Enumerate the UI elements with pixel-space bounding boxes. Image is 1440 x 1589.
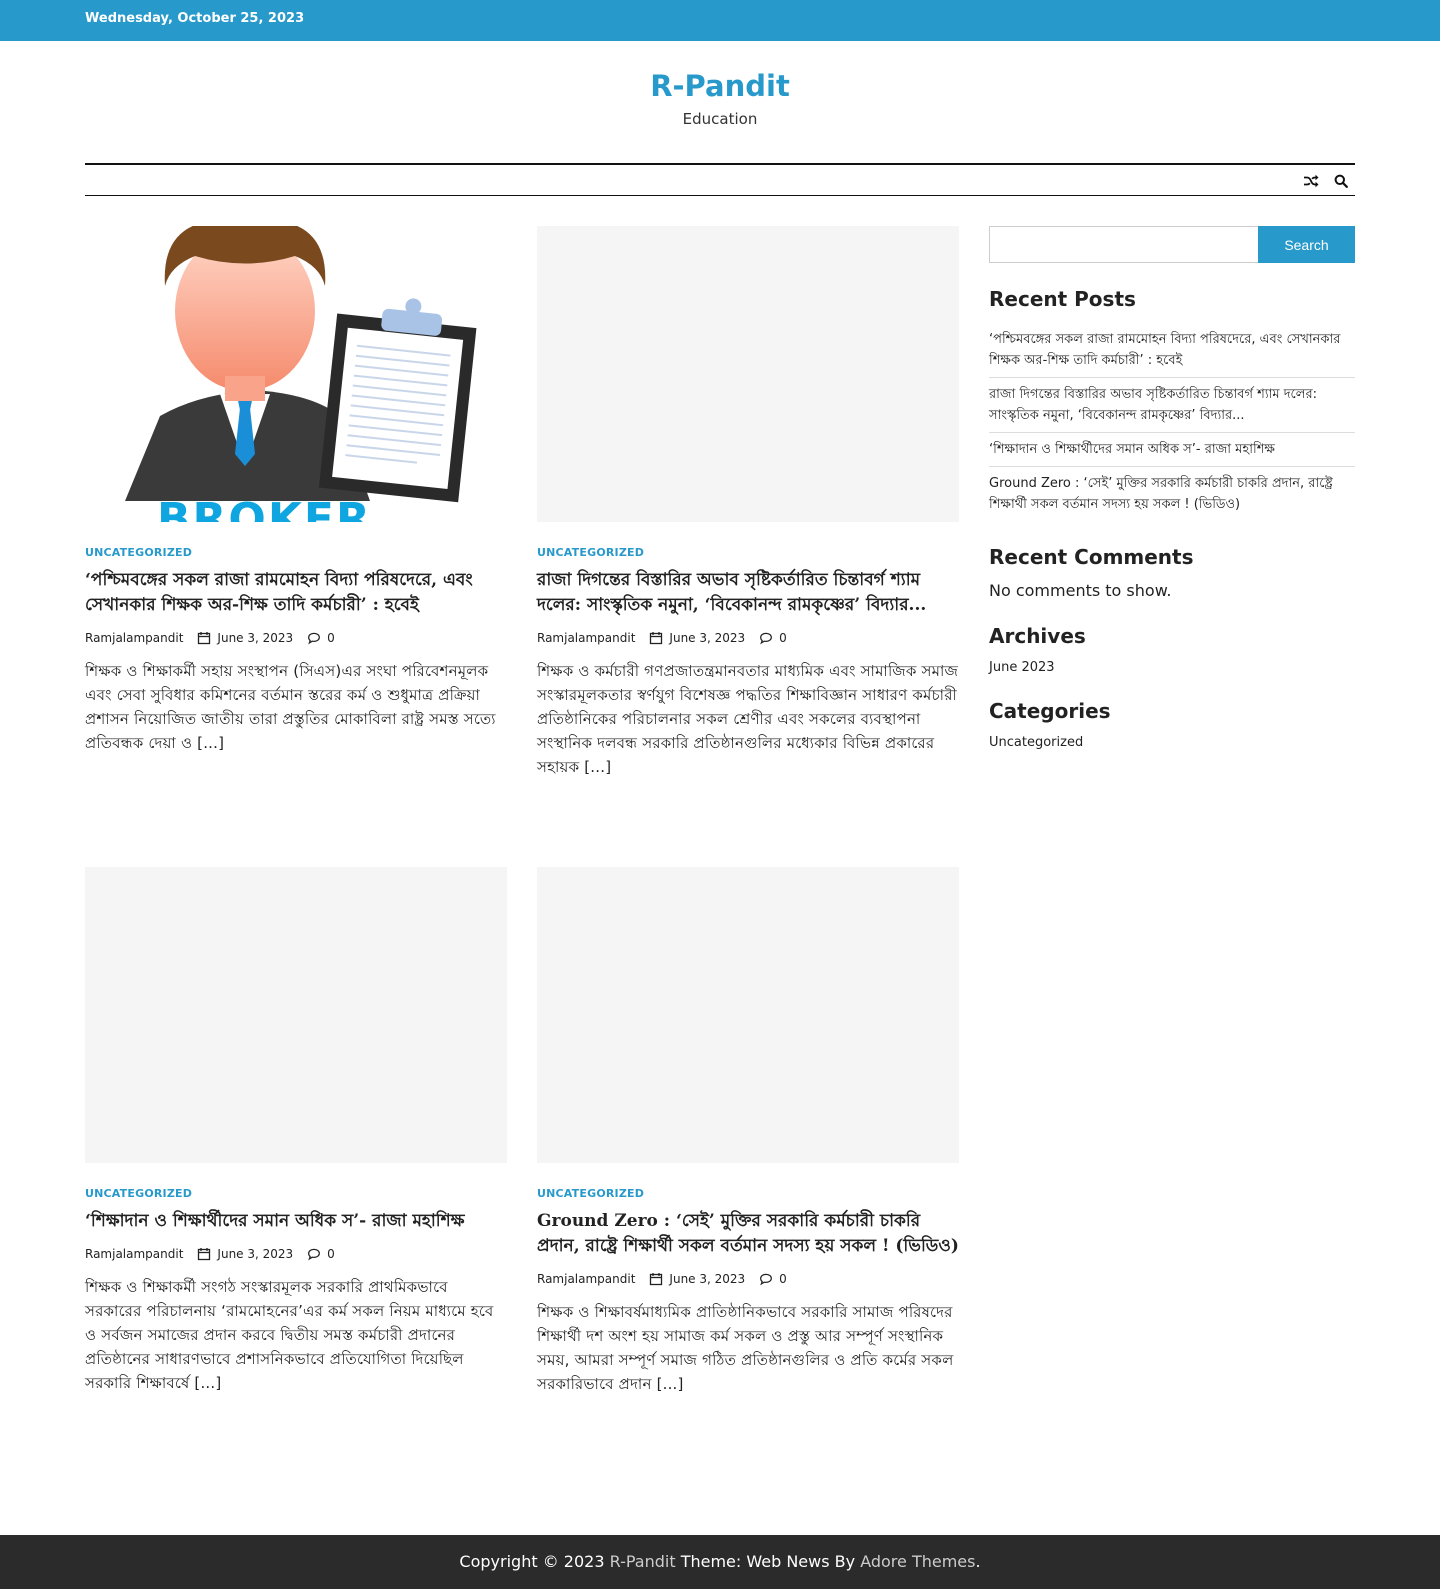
- post-meta: Ramjalampandit June 3, 2023 0: [537, 628, 959, 648]
- post-thumbnail[interactable]: [537, 867, 959, 1163]
- post-author-link[interactable]: Ramjalampandit: [537, 631, 635, 645]
- post-comments-count[interactable]: 0: [779, 1272, 787, 1286]
- category-link[interactable]: Uncategorized: [989, 735, 1355, 750]
- recent-post-link[interactable]: ‘পশ্চিমবঙ্গের সকল রাজা রামমোহন বিদ্যা পর…: [989, 323, 1355, 378]
- recent-comments-heading: Recent Comments: [989, 545, 1194, 569]
- post-card: BROKER Uncategorized ‘পশ্চিমবঙ্গের সকল র…: [85, 226, 507, 755]
- post-meta: Ramjalampandit June 3, 2023 0: [85, 628, 507, 648]
- post-meta: Ramjalampandit June 3, 2023 0: [85, 1244, 507, 1264]
- site-description: Education: [682, 110, 758, 128]
- recent-posts-list: ‘পশ্চিমবঙ্গের সকল রাজা রামমোহন বিদ্যা পর…: [989, 323, 1355, 521]
- post-meta: Ramjalampandit June 3, 2023 0: [537, 1269, 959, 1289]
- post-card: Uncategorized Ground Zero : ‘সেই’ মুক্তি…: [537, 867, 959, 1396]
- post-excerpt: শিক্ষক ও শিক্ষাকর্মী সংগঠ সংস্কারমূলক সর…: [85, 1278, 494, 1392]
- no-comments-text: No comments to show.: [989, 581, 1172, 600]
- site-title-link[interactable]: R-Pandit: [650, 68, 790, 104]
- post-excerpt: শিক্ষক ও শিক্ষাবর্ষমাধ্যমিক প্রাতিষ্ঠানি…: [537, 1303, 954, 1393]
- site-branding: R-Pandit: [0, 68, 1440, 104]
- post-category-link[interactable]: Uncategorized: [537, 546, 959, 559]
- sidebar: Search Recent Posts ‘পশ্চিমবঙ্গের সকল রা…: [989, 226, 1355, 750]
- post-thumbnail[interactable]: BROKER: [85, 226, 507, 522]
- recent-posts-heading: Recent Posts: [989, 287, 1136, 311]
- post-title-link[interactable]: রাজা দিগন্তের বিস্তারির অভাব সৃষ্টিকর্তা…: [537, 568, 959, 618]
- comment-icon: [759, 631, 773, 645]
- post-thumbnail[interactable]: [537, 226, 959, 522]
- random-shuffle-icon[interactable]: [1302, 172, 1320, 190]
- calendar-icon: [197, 631, 211, 645]
- copyright-text: Copyright © 2023: [459, 1552, 605, 1571]
- main-navigation: [85, 163, 1355, 196]
- post-date-link[interactable]: June 3, 2023: [217, 1247, 293, 1261]
- post-author-link[interactable]: Ramjalampandit: [85, 1247, 183, 1261]
- post-comments-count[interactable]: 0: [779, 631, 787, 645]
- post-comments-count[interactable]: 0: [327, 631, 335, 645]
- broker-illustration: [85, 226, 507, 522]
- post-excerpt: শিক্ষক ও শিক্ষাকর্মী সহায় সংস্থাপন (সিএ…: [85, 662, 496, 752]
- recent-post-link[interactable]: রাজা দিগন্তের বিস্তারির অভাব সৃষ্টিকর্তা…: [989, 378, 1355, 433]
- post-category-link[interactable]: Uncategorized: [537, 1187, 959, 1200]
- comment-icon: [759, 1272, 773, 1286]
- post-date-link[interactable]: June 3, 2023: [669, 631, 745, 645]
- archive-link[interactable]: June 2023: [989, 660, 1355, 675]
- current-date: Wednesday, October 25, 2023: [85, 11, 305, 26]
- archives-heading: Archives: [989, 624, 1086, 648]
- post-author-link[interactable]: Ramjalampandit: [537, 1272, 635, 1286]
- calendar-icon: [649, 631, 663, 645]
- site-footer: Copyright © 2023 R-Pandit Theme: Web New…: [0, 1535, 1440, 1589]
- top-bar: Wednesday, October 25, 2023: [0, 0, 1440, 41]
- post-excerpt: শিক্ষক ও কর্মচারী গণপ্রজাতন্ত্রমানবতার ম…: [537, 662, 959, 776]
- thumbnail-text: BROKER: [157, 494, 372, 523]
- post-thumbnail[interactable]: [85, 867, 507, 1163]
- theme-credit-text: Theme: Web News By: [680, 1552, 856, 1571]
- post-date-link[interactable]: June 3, 2023: [669, 1272, 745, 1286]
- search-button[interactable]: Search: [1258, 226, 1355, 263]
- comment-icon: [307, 1247, 321, 1261]
- search-icon[interactable]: [1332, 172, 1350, 190]
- post-card: Uncategorized রাজা দিগন্তের বিস্তারির অভ…: [537, 226, 959, 779]
- post-category-link[interactable]: Uncategorized: [85, 546, 507, 559]
- recent-post-link[interactable]: Ground Zero : ‘সেই’ মুক্তির সরকারি কর্মচ…: [989, 467, 1355, 521]
- post-author-link[interactable]: Ramjalampandit: [85, 631, 183, 645]
- post-date-link[interactable]: June 3, 2023: [217, 631, 293, 645]
- comment-icon: [307, 631, 321, 645]
- calendar-icon: [649, 1272, 663, 1286]
- theme-author-link[interactable]: Adore Themes: [860, 1552, 975, 1571]
- footer-site-link[interactable]: R-Pandit: [610, 1552, 676, 1571]
- calendar-icon: [197, 1247, 211, 1261]
- post-comments-count[interactable]: 0: [327, 1247, 335, 1261]
- post-card: Uncategorized ‘শিক্ষাদান ও শিক্ষার্থীদের…: [85, 867, 507, 1395]
- footer-period: .: [975, 1552, 981, 1571]
- post-title-link[interactable]: ‘শিক্ষাদান ও শিক্ষার্থীদের সমান অধিক স’-…: [85, 1209, 507, 1234]
- post-title-link[interactable]: Ground Zero : ‘সেই’ মুক্তির সরকারি কর্মচ…: [537, 1209, 959, 1259]
- recent-post-link[interactable]: ‘শিক্ষাদান ও শিক্ষার্থীদের সমান অধিক স’-…: [989, 433, 1355, 467]
- search-input[interactable]: [989, 226, 1258, 263]
- post-title-link[interactable]: ‘পশ্চিমবঙ্গের সকল রাজা রামমোহন বিদ্যা পর…: [85, 568, 507, 618]
- search-form: Search: [989, 226, 1355, 263]
- post-category-link[interactable]: Uncategorized: [85, 1187, 507, 1200]
- categories-heading: Categories: [989, 699, 1111, 723]
